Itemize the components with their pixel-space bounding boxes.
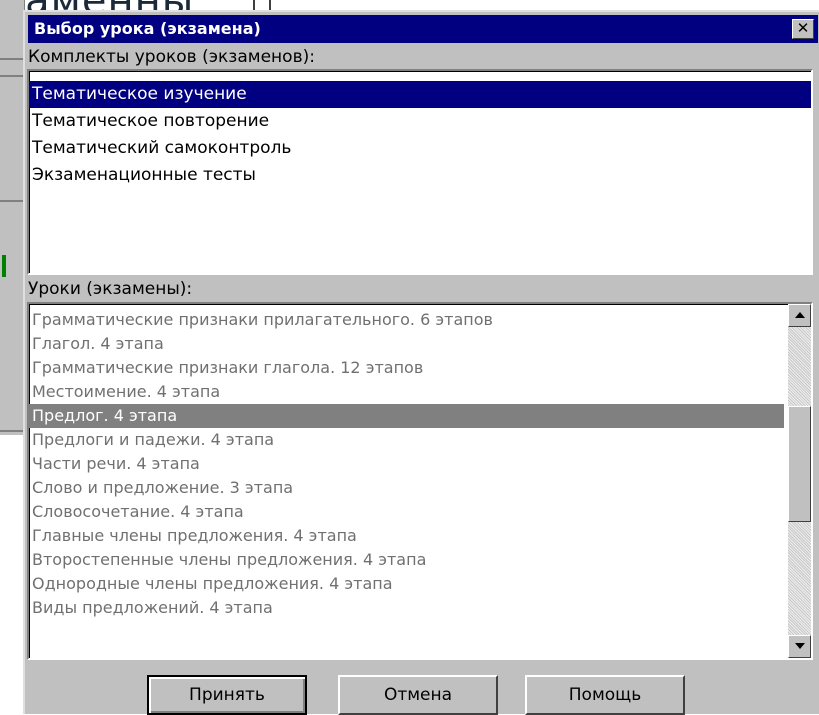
accept-button[interactable]: Принять bbox=[147, 675, 307, 715]
background-window-frame bbox=[253, 0, 271, 10]
arrow-down-icon bbox=[795, 643, 805, 649]
list-item[interactable]: Слово и предложение. 3 этапа bbox=[29, 476, 784, 500]
list-item[interactable]: Тематический самоконтроль bbox=[29, 135, 811, 162]
list-item[interactable]: Грамматические признаки глагола. 12 этап… bbox=[29, 356, 784, 380]
lessons-rows: Грамматические признаки прилагательного.… bbox=[29, 308, 784, 620]
scroll-thumb[interactable] bbox=[788, 406, 811, 522]
lesson-select-dialog: Выбор урока (экзамена) ✕ Комплекты уроко… bbox=[23, 10, 819, 715]
list-item[interactable]: Грамматические признаки прилагательного.… bbox=[29, 308, 784, 332]
background-indicator bbox=[2, 255, 6, 277]
list-item[interactable]: Тематическое повторение bbox=[29, 108, 811, 135]
list-item[interactable]: Второстепенные члены предложения. 4 этап… bbox=[29, 548, 784, 572]
lessons-label: Уроки (экзамены): bbox=[28, 279, 193, 299]
dialog-titlebar[interactable]: Выбор урока (экзамена) ✕ bbox=[28, 15, 818, 43]
list-item[interactable]: Однородные члены предложения. 4 этапа bbox=[29, 572, 784, 596]
lesson-sets-listbox[interactable]: Тематическое изучение Тематическое повтор… bbox=[27, 69, 813, 275]
list-item[interactable]: Тематическое изучение bbox=[29, 81, 811, 108]
list-item[interactable]: Экзаменационные тесты bbox=[29, 162, 811, 189]
lessons-listbox[interactable]: Грамматические признаки прилагательного.… bbox=[27, 302, 813, 660]
close-icon: ✕ bbox=[796, 19, 810, 37]
sets-label: Комплекты уроков (экзаменов): bbox=[28, 47, 315, 67]
list-item[interactable]: Виды предложений. 4 этапа bbox=[29, 596, 784, 620]
lessons-scrollbar[interactable] bbox=[788, 304, 811, 658]
scroll-up-button[interactable] bbox=[788, 304, 811, 327]
list-item[interactable]: Главные члены предложения. 4 этапа bbox=[29, 524, 784, 548]
list-item[interactable]: Предлоги и падежи. 4 этапа bbox=[29, 428, 784, 452]
list-item[interactable]: Словосочетание. 4 этапа bbox=[29, 500, 784, 524]
list-item[interactable]: Части речи. 4 этапа bbox=[29, 452, 784, 476]
list-item[interactable]: Предлог. 4 этапа bbox=[29, 404, 784, 428]
close-button[interactable]: ✕ bbox=[792, 19, 814, 39]
arrow-up-icon bbox=[795, 312, 805, 318]
list-item[interactable]: Глагол. 4 этапа bbox=[29, 332, 784, 356]
help-button[interactable]: Помощь bbox=[525, 675, 685, 715]
dialog-title: Выбор урока (экзамена) bbox=[34, 19, 261, 38]
list-item[interactable]: Местоимение. 4 этапа bbox=[29, 380, 784, 404]
scroll-down-button[interactable] bbox=[788, 635, 811, 658]
background-window-edge bbox=[0, 0, 25, 435]
cancel-button[interactable]: Отмена bbox=[338, 675, 498, 715]
